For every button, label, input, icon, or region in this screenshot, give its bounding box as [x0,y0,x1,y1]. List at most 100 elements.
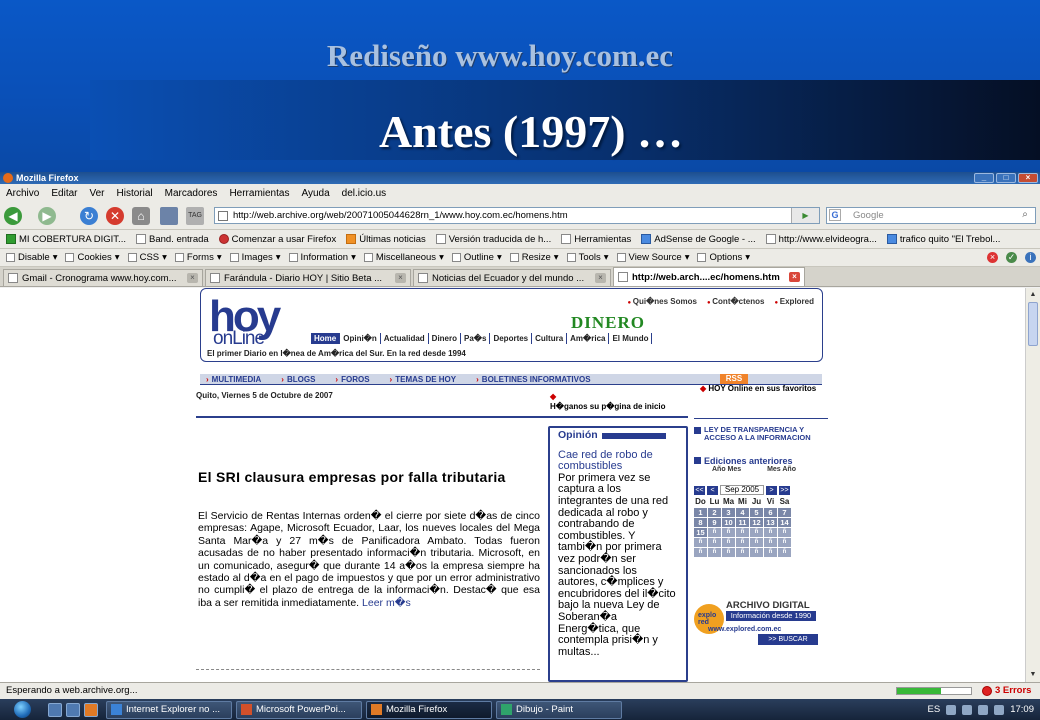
site-nav-item[interactable]: Cultura [532,333,568,344]
calendar-date[interactable]: 13 [764,518,777,527]
webdev-menu-item[interactable]: Options ▾ [697,252,750,263]
bookmark-item[interactable]: http://www.elvideogra... [765,234,877,245]
site-nav-item[interactable]: Am�rica [567,333,610,344]
tab-0[interactable]: Gmail - Cronograma www.hoy.com... × [3,269,203,286]
webdev-menu-item[interactable]: Images ▾ [229,252,281,263]
calendar-date[interactable]: 1 [694,508,707,517]
webdev-menu-item[interactable]: Resize ▾ [509,252,559,263]
calendar-date[interactable]: 14 [778,518,791,527]
webdev-menu-item[interactable]: Forms ▾ [174,252,222,263]
webdev-menu-item[interactable]: Cookies ▾ [65,252,120,263]
tab-3[interactable]: http://web.arch....ec/homens.htm × [613,267,805,286]
forward-button[interactable]: ▶ [38,207,56,225]
taskbar-item[interactable]: Dibujo - Paint [496,700,622,719]
menu-item-7[interactable]: del.icio.us [342,188,386,199]
bookmark-item[interactable]: Herramientas [561,234,631,245]
calendar-date[interactable]: 8 [694,518,707,527]
firefox-launch-icon[interactable] [84,702,98,717]
minimize-button[interactable]: _ [974,173,994,183]
language-indicator[interactable]: ES [928,704,941,715]
scroll-up-icon[interactable]: ▲ [1028,290,1038,300]
tray-icon[interactable] [962,704,973,715]
stop-button[interactable]: ✕ [106,207,124,225]
site-nav-item[interactable]: Opini�n [340,333,381,344]
bookmark-item[interactable]: Últimas noticias [346,234,426,245]
favorites-link[interactable]: ◆ HOY Online en sus favoritos [700,384,828,394]
tab-2[interactable]: Noticias del Ecuador y del mundo ... × [413,269,611,286]
taskbar-item[interactable]: Microsoft PowerPoi... [236,700,362,719]
calendar-date[interactable]: 10 [722,518,735,527]
calendar-date[interactable]: 3 [722,508,735,517]
maximize-button[interactable]: □ [996,173,1016,183]
clock[interactable]: 17:09 [1010,704,1034,715]
article-title[interactable]: El SRI clausura empresas por falla tribu… [198,470,538,485]
link-explored[interactable]: Explored [774,297,814,306]
read-more-link[interactable]: Leer m�s [362,597,411,609]
calendar-date[interactable]: 9 [708,518,721,527]
scroll-down-icon[interactable]: ▼ [1028,670,1038,680]
scroll-thumb[interactable] [1028,302,1038,346]
hoy-logo[interactable]: hoy onLine [209,295,307,349]
site-nav-item[interactable]: Pa�s [461,333,491,344]
menu-item-4[interactable]: Marcadores [165,188,218,199]
menu-item-6[interactable]: Ayuda [301,188,329,199]
taskbar-item[interactable]: Mozilla Firefox [366,700,492,719]
go-button[interactable]: ▶ [791,208,819,223]
section-link[interactable]: TEMAS DE HOY [390,375,456,384]
calendar-date[interactable]: 2 [708,508,721,517]
tab-close-icon[interactable]: × [187,273,198,283]
start-button[interactable] [0,699,44,720]
bookmark-item[interactable]: MI COBERTURA DIGIT... [6,234,126,245]
menu-item-0[interactable]: Archivo [6,188,39,199]
switch-windows-icon[interactable] [66,702,80,717]
next-year-button[interactable]: >> [779,485,790,495]
link-quienes-somos[interactable]: Qui�nes Somos [627,297,697,306]
dinero-banner[interactable]: DINERO [571,313,645,333]
google-icon[interactable]: G [829,209,841,221]
bookmark-item[interactable]: AdSense de Google - ... [641,234,756,245]
tab-1[interactable]: Farándula - Diario HOY | Sitio Beta ... × [205,269,411,286]
site-nav-item[interactable]: Actualidad [381,333,429,344]
network-icon[interactable] [978,704,989,715]
info-icon[interactable]: i [1025,252,1036,263]
calendar-date[interactable]: 5 [750,508,763,517]
menu-item-2[interactable]: Ver [89,188,104,199]
webdev-menu-item[interactable]: View Source ▾ [616,252,689,263]
webdev-menu-item[interactable]: Information ▾ [288,252,356,263]
taskbar-item[interactable]: Internet Explorer no ... [106,700,232,719]
opinion-link[interactable]: Cae red de robo de combustibles [558,449,678,473]
show-desktop-icon[interactable] [48,702,62,717]
search-box[interactable]: G Google ⌕ [826,207,1036,224]
error-icon[interactable]: × [987,252,998,263]
calendar-date[interactable]: 7 [778,508,791,517]
search-icon[interactable]: ⌕ [1017,209,1033,221]
section-link[interactable]: BLOGS [281,375,315,384]
site-nav-item[interactable]: Deportes [490,333,533,344]
back-button[interactable]: ◀ [4,207,22,225]
home-button[interactable]: ⌂ [132,207,150,225]
menu-item-3[interactable]: Historial [117,188,153,199]
calendar-date[interactable]: 11 [736,518,749,527]
prev-month-button[interactable]: < [707,485,718,495]
tray-icon[interactable] [946,704,957,715]
calendar-date[interactable]: 4 [736,508,749,517]
webdev-menu-item[interactable]: Tools ▾ [566,252,609,263]
webdev-menu-item[interactable]: Outline ▾ [451,252,502,263]
site-nav-item[interactable]: El Mundo [609,333,653,344]
bookmark-item[interactable]: Band. entrada [135,234,209,245]
errors-indicator[interactable]: 3 Errors [982,683,1031,699]
tab-close-icon[interactable]: × [789,272,800,282]
tab-close-icon[interactable]: × [595,273,606,283]
webdev-menu-item[interactable]: CSS ▾ [127,252,167,263]
buscar-button[interactable]: >> BUSCAR [758,634,818,645]
webdev-menu-item[interactable]: Disable ▾ [6,252,57,263]
rss-button[interactable]: RSS [720,374,748,384]
tag-icon[interactable]: TAG [186,207,204,225]
ok-icon[interactable]: ✓ [1006,252,1017,263]
webdev-menu-item[interactable]: Miscellaneous ▾ [363,252,444,263]
section-link[interactable]: MULTIMEDIA [206,375,262,384]
sidebar-icon[interactable] [160,207,178,225]
bookmark-item[interactable]: trafico quito "El Trebol... [886,234,1000,245]
calendar-date[interactable]: 12 [750,518,763,527]
site-nav-item[interactable]: Home [311,333,341,344]
